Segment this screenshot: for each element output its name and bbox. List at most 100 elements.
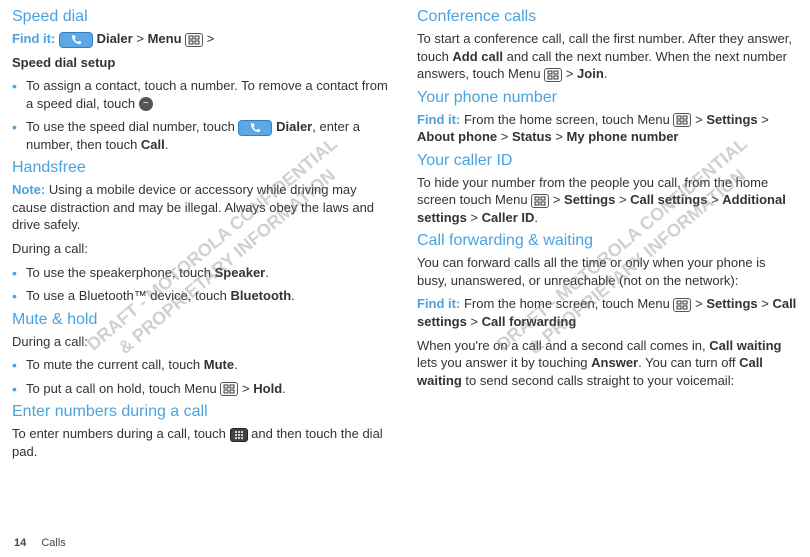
phone-icon — [238, 120, 272, 136]
text: . — [265, 265, 269, 280]
add-call-label: Add call — [452, 49, 503, 64]
menu-icon — [544, 68, 562, 82]
text: > — [242, 381, 253, 396]
text: To assign a contact, touch a number. To … — [26, 78, 388, 111]
about-phone-label: About phone — [417, 129, 497, 144]
call-forwarding-label: Call forwarding — [482, 314, 577, 329]
settings-label: Settings — [564, 192, 615, 207]
page-footer: 14 Calls — [14, 537, 66, 549]
note-label: Note: — [12, 182, 45, 197]
text: > — [467, 210, 482, 225]
page-number: 14 — [14, 537, 26, 549]
settings-label: Settings — [706, 296, 757, 311]
mute-label: Mute — [204, 357, 234, 372]
mute-list: To mute the current call, touch Mute. To… — [12, 356, 393, 397]
text: To put a call on hold, touch Menu — [26, 381, 220, 396]
text: > — [758, 112, 769, 127]
text: > — [553, 192, 564, 207]
text: > — [552, 129, 567, 144]
remove-icon: − — [139, 97, 153, 111]
text: To use the speakerphone, touch — [26, 265, 215, 280]
text: > — [707, 192, 722, 207]
speed-dial-setup: Speed dial setup — [12, 54, 393, 72]
text: > — [695, 296, 706, 311]
text: . — [291, 288, 295, 303]
heading-caller-id: Your caller ID — [417, 152, 798, 170]
page-body: Speed dial Find it: Dialer > Menu > Spee… — [0, 0, 810, 520]
text: To use a Bluetooth™ device, touch — [26, 288, 231, 303]
dialer-label: Dialer — [97, 31, 133, 46]
call-waiting-text: When you're on a call and a second call … — [417, 337, 798, 390]
call-settings-label: Call settings — [630, 192, 707, 207]
call-label: Call — [141, 137, 165, 152]
menu-icon — [531, 194, 549, 208]
find-it-label: Find it: — [417, 296, 460, 311]
heading-enter-numbers: Enter numbers during a call — [12, 403, 393, 421]
phone-number-path: Find it: From the home screen, touch Men… — [417, 111, 798, 146]
text: > — [615, 192, 630, 207]
heading-forwarding: Call forwarding & waiting — [417, 232, 798, 250]
menu-label: Menu — [148, 31, 182, 46]
conference-text: To start a conference call, call the fir… — [417, 30, 798, 83]
list-item: To mute the current call, touch Mute. — [12, 356, 393, 374]
text: . You can turn off — [638, 355, 739, 370]
sep: > — [207, 31, 215, 46]
dialer-label: Dialer — [276, 119, 312, 134]
list-item: To use a Bluetooth™ device, touch Blueto… — [12, 287, 393, 305]
section-name: Calls — [41, 537, 65, 549]
heading-conference: Conference calls — [417, 8, 798, 26]
join-label: Join — [577, 66, 604, 81]
speaker-label: Speaker — [215, 265, 266, 280]
during-call-label: During a call: — [12, 240, 393, 258]
text: . — [282, 381, 286, 396]
forwarding-intro: You can forward calls all the time or on… — [417, 254, 798, 289]
text: > — [566, 66, 577, 81]
menu-icon — [220, 382, 238, 396]
sep: > — [136, 31, 147, 46]
handsfree-note: Note: Using a mobile device or accessory… — [12, 181, 393, 234]
text: . — [165, 137, 169, 152]
text: From the home screen, touch Menu — [460, 296, 673, 311]
answer-label: Answer — [591, 355, 638, 370]
heading-handsfree: Handsfree — [12, 159, 393, 177]
find-it-speed-dial: Find it: Dialer > Menu > — [12, 30, 393, 48]
right-column: Conference calls To start a conference c… — [417, 8, 798, 520]
hold-label: Hold — [253, 381, 282, 396]
status-label: Status — [512, 129, 552, 144]
speed-dial-list: To assign a contact, touch a number. To … — [12, 77, 393, 153]
caller-id-label: Caller ID — [482, 210, 535, 225]
bluetooth-label: Bluetooth — [231, 288, 292, 303]
text: > — [758, 296, 773, 311]
menu-icon — [673, 113, 691, 127]
text: . — [604, 66, 608, 81]
list-item: To put a call on hold, touch Menu > Hold… — [12, 380, 393, 398]
menu-icon — [673, 298, 691, 312]
list-item: To use the speed dial number, touch Dial… — [12, 118, 393, 153]
text: From the home screen, touch Menu — [460, 112, 673, 127]
heading-mute-hold: Mute & hold — [12, 311, 393, 329]
enter-numbers-text: To enter numbers during a call, touch an… — [12, 425, 393, 460]
list-item: To use the speakerphone, touch Speaker. — [12, 264, 393, 282]
left-column: Speed dial Find it: Dialer > Menu > Spee… — [12, 8, 393, 520]
caller-id-text: To hide your number from the people you … — [417, 174, 798, 227]
text: To mute the current call, touch — [26, 357, 204, 372]
text: > — [467, 314, 482, 329]
find-it-label: Find it: — [12, 31, 55, 46]
text: > — [695, 112, 706, 127]
list-item: To assign a contact, touch a number. To … — [12, 77, 393, 112]
text: . — [534, 210, 538, 225]
menu-icon — [185, 33, 203, 47]
text: When you're on a call and a second call … — [417, 338, 709, 353]
text: Using a mobile device or accessory while… — [12, 182, 374, 232]
handsfree-list: To use the speakerphone, touch Speaker. … — [12, 264, 393, 305]
find-it-label: Find it: — [417, 112, 460, 127]
text: To use the speed dial number, touch — [26, 119, 238, 134]
my-phone-number-label: My phone number — [567, 129, 679, 144]
during-call-label: During a call: — [12, 333, 393, 351]
settings-label: Settings — [706, 112, 757, 127]
text: To enter numbers during a call, touch — [12, 426, 230, 441]
text: to send second calls straight to your vo… — [462, 373, 734, 388]
text: . — [234, 357, 238, 372]
heading-speed-dial: Speed dial — [12, 8, 393, 26]
call-waiting-label: Call waiting — [709, 338, 781, 353]
